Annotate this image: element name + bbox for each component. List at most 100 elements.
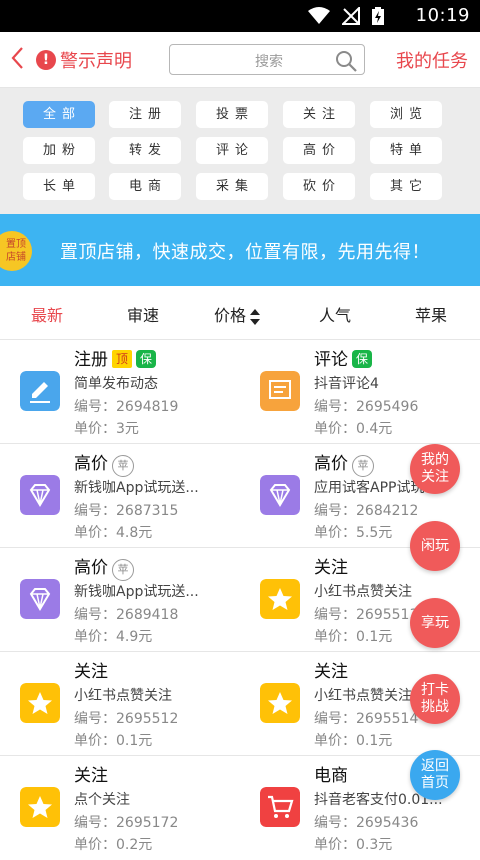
task-number: 编号：2695514 bbox=[314, 711, 419, 727]
task-number: 编号：2695513 bbox=[314, 607, 419, 623]
category-ecommerce[interactable]: 电商 bbox=[109, 173, 181, 200]
cart-icon bbox=[260, 787, 300, 827]
warning-icon[interactable]: ! bbox=[36, 50, 56, 70]
task-row: 高价苹 新钱咖App试玩送... 编号：2689418 单价：4.9元 关注 小… bbox=[0, 549, 480, 652]
task-number: 编号：2687315 bbox=[74, 503, 179, 519]
task-number: 编号：2695436 bbox=[314, 815, 419, 831]
star-icon bbox=[20, 683, 60, 723]
task-title: 关注 bbox=[74, 662, 108, 682]
category-other[interactable]: 其它 bbox=[370, 173, 442, 200]
my-tasks-button[interactable]: 我的任务 bbox=[396, 47, 468, 73]
search-box[interactable]: 搜索 bbox=[169, 44, 365, 75]
promo-banner[interactable]: 置顶 店铺 置顶店铺，快速成交，位置有限，先用先得！ bbox=[0, 214, 480, 286]
apple-tag: 苹 bbox=[112, 559, 134, 581]
task-card[interactable]: 评论保 抖音评论4 编号：2695496 单价：0.4元 bbox=[240, 341, 480, 444]
star-icon bbox=[260, 579, 300, 619]
category-high-price[interactable]: 高价 bbox=[283, 137, 355, 164]
task-desc: 抖音评论4 bbox=[314, 376, 379, 392]
category-bargain[interactable]: 砍价 bbox=[283, 173, 355, 200]
wifi-icon bbox=[308, 7, 330, 24]
guarantee-tag: 保 bbox=[352, 350, 372, 368]
battery-charging-icon bbox=[372, 7, 384, 25]
fab-label-1: 我的 bbox=[421, 452, 449, 468]
task-number: 编号：2695512 bbox=[74, 711, 179, 727]
task-card[interactable]: 注册顶保 简单发布动态 编号：2694819 单价：3元 bbox=[0, 341, 240, 444]
enjoy-play-fab[interactable]: 享玩 bbox=[410, 598, 460, 648]
category-browse[interactable]: 浏览 bbox=[370, 101, 442, 128]
back-arrow-icon[interactable] bbox=[10, 46, 24, 70]
task-number: 编号：2684212 bbox=[314, 503, 419, 519]
leisure-play-fab[interactable]: 闲玩 bbox=[410, 521, 460, 571]
task-title: 注册顶保 bbox=[74, 345, 156, 370]
task-row: 注册顶保 简单发布动态 编号：2694819 单价：3元 评论保 抖音评论4 编… bbox=[0, 341, 480, 444]
sort-price-label: 价格 bbox=[214, 306, 247, 325]
task-title: 高价苹 bbox=[74, 449, 134, 477]
task-number: 编号：2695172 bbox=[74, 815, 179, 831]
task-card[interactable]: 高价苹 新钱咖App试玩送... 编号：2687315 单价：4.8元 bbox=[0, 445, 240, 548]
category-vote[interactable]: 投票 bbox=[196, 101, 268, 128]
task-title: 电商 bbox=[314, 766, 348, 786]
task-price: 单价：0.3元 bbox=[314, 837, 393, 853]
task-price: 单价：3元 bbox=[74, 421, 139, 437]
sort-latest[interactable]: 最新 bbox=[31, 302, 63, 326]
task-row: 关注 小红书点赞关注 编号：2695512 单价：0.1元 关注 小红书点赞关注… bbox=[0, 653, 480, 756]
comment-icon bbox=[260, 371, 300, 411]
category-collect[interactable]: 采集 bbox=[196, 173, 268, 200]
task-title-text: 评论 bbox=[314, 350, 348, 370]
guarantee-tag: 保 bbox=[136, 350, 156, 368]
sort-updown-icon bbox=[250, 308, 261, 325]
my-follow-fab[interactable]: 我的 关注 bbox=[410, 444, 460, 494]
fab-label-2: 首页 bbox=[421, 775, 449, 791]
category-all[interactable]: 全部 bbox=[23, 101, 95, 128]
sort-apple[interactable]: 苹果 bbox=[415, 302, 447, 326]
task-desc: 新钱咖App试玩送... bbox=[74, 480, 199, 496]
apple-tag: 苹 bbox=[352, 455, 374, 477]
task-desc: 小红书点赞关注 bbox=[74, 688, 172, 704]
task-number: 编号：2694819 bbox=[74, 399, 179, 415]
task-title: 关注 bbox=[314, 558, 348, 578]
task-price: 单价：0.1元 bbox=[74, 733, 153, 749]
task-title-text: 注册 bbox=[74, 350, 108, 370]
banner-text: 置顶店铺，快速成交，位置有限，先用先得！ bbox=[60, 242, 430, 263]
status-icons bbox=[308, 7, 384, 25]
search-placeholder: 搜索 bbox=[255, 54, 283, 70]
task-row: 高价苹 新钱咖App试玩送... 编号：2687315 单价：4.8元 高价苹 … bbox=[0, 445, 480, 548]
task-number: 编号：2689418 bbox=[74, 607, 179, 623]
star-icon bbox=[260, 683, 300, 723]
star-icon bbox=[20, 787, 60, 827]
sort-price[interactable]: 价格 bbox=[214, 302, 261, 327]
task-price: 单价：0.4元 bbox=[314, 421, 393, 437]
task-title: 高价苹 bbox=[74, 553, 134, 581]
checkin-challenge-fab[interactable]: 打卡 挑战 bbox=[410, 674, 460, 724]
back-to-home-fab[interactable]: 返回 首页 bbox=[410, 750, 460, 800]
task-card[interactable]: 高价苹 新钱咖App试玩送... 编号：2689418 单价：4.9元 bbox=[0, 549, 240, 652]
category-follow[interactable]: 关注 bbox=[283, 101, 355, 128]
task-desc: 点个关注 bbox=[74, 792, 130, 808]
pinned-shop-badge[interactable]: 置顶 店铺 bbox=[0, 231, 32, 271]
task-title: 关注 bbox=[314, 662, 348, 682]
fab-label-1: 打卡 bbox=[421, 682, 449, 698]
category-share[interactable]: 转发 bbox=[109, 137, 181, 164]
clock: 10:19 bbox=[415, 5, 470, 26]
no-signal-icon bbox=[342, 7, 360, 25]
task-desc: 新钱咖App试玩送... bbox=[74, 584, 199, 600]
sort-review-speed[interactable]: 审速 bbox=[127, 302, 159, 326]
task-card[interactable]: 关注 点个关注 编号：2695172 单价：0.2元 bbox=[0, 757, 240, 860]
category-long[interactable]: 长单 bbox=[23, 173, 95, 200]
category-special[interactable]: 特单 bbox=[370, 137, 442, 164]
task-card[interactable]: 关注 小红书点赞关注 编号：2695512 单价：0.1元 bbox=[0, 653, 240, 756]
category-fans[interactable]: 加粉 bbox=[23, 137, 95, 164]
task-title-text: 高价 bbox=[74, 558, 108, 578]
sort-popularity[interactable]: 人气 bbox=[319, 302, 351, 326]
category-register[interactable]: 注册 bbox=[109, 101, 181, 128]
task-row: 关注 点个关注 编号：2695172 单价：0.2元 电商 抖音老客支付0.01… bbox=[0, 757, 480, 860]
pinned-tag: 顶 bbox=[112, 350, 132, 368]
category-comment[interactable]: 评论 bbox=[196, 137, 268, 164]
fab-label-1: 返回 bbox=[421, 758, 449, 774]
top-bar: ! 警示声明 搜索 我的任务 bbox=[0, 32, 480, 88]
task-number: 编号：2695496 bbox=[314, 399, 419, 415]
task-title-text: 高价 bbox=[74, 454, 108, 474]
search-icon[interactable] bbox=[334, 49, 358, 73]
task-price: 单价：5.5元 bbox=[314, 525, 393, 541]
warning-statement-link[interactable]: 警示声明 bbox=[60, 47, 132, 73]
